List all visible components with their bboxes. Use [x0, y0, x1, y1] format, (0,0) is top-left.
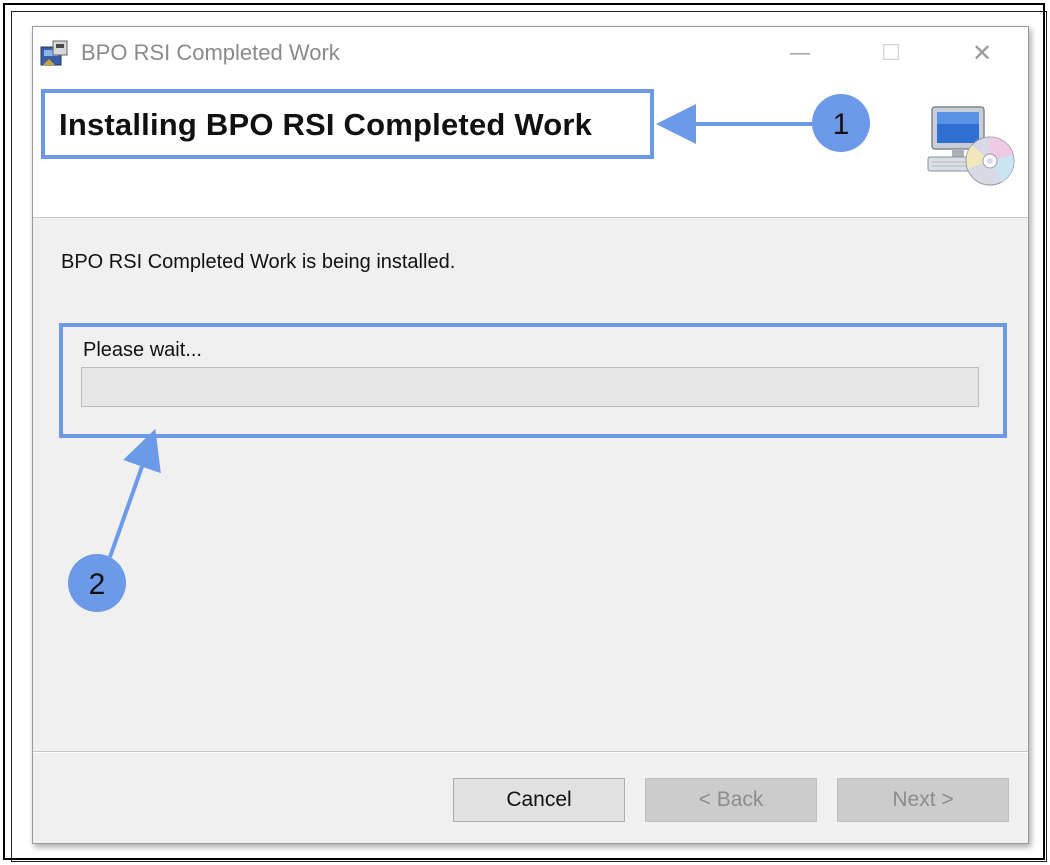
minimize-icon: — — [790, 41, 810, 64]
header-title: Installing BPO RSI Completed Work — [59, 107, 593, 142]
install-status-text: BPO RSI Completed Work is being installe… — [61, 251, 456, 273]
installer-header: Installing BPO RSI Completed Work — [33, 79, 1028, 218]
minimize-button[interactable]: — — [770, 27, 830, 79]
install-progress-bar — [81, 367, 979, 407]
window-title: BPO RSI Completed Work — [81, 40, 340, 65]
close-icon: ✕ — [971, 39, 993, 67]
next-button-label: Next > — [892, 788, 954, 811]
back-button-label: < Back — [698, 788, 764, 811]
title-bar[interactable]: BPO RSI Completed Work — ☐ ✕ — [33, 27, 1028, 79]
please-wait-label: Please wait... — [83, 339, 202, 361]
footer-divider — [33, 751, 1028, 753]
installer-app-icon — [39, 39, 71, 67]
computer-cd-icon — [924, 103, 1016, 189]
maximize-icon: ☐ — [881, 40, 901, 65]
cancel-button[interactable]: Cancel — [453, 778, 625, 822]
back-button[interactable]: < Back — [645, 778, 817, 822]
next-button[interactable]: Next > — [837, 778, 1009, 822]
close-button[interactable]: ✕ — [952, 27, 1012, 79]
installer-window: BPO RSI Completed Work — ☐ ✕ Installing … — [32, 26, 1029, 844]
cancel-button-label: Cancel — [506, 788, 572, 811]
maximize-button[interactable]: ☐ — [861, 27, 921, 79]
